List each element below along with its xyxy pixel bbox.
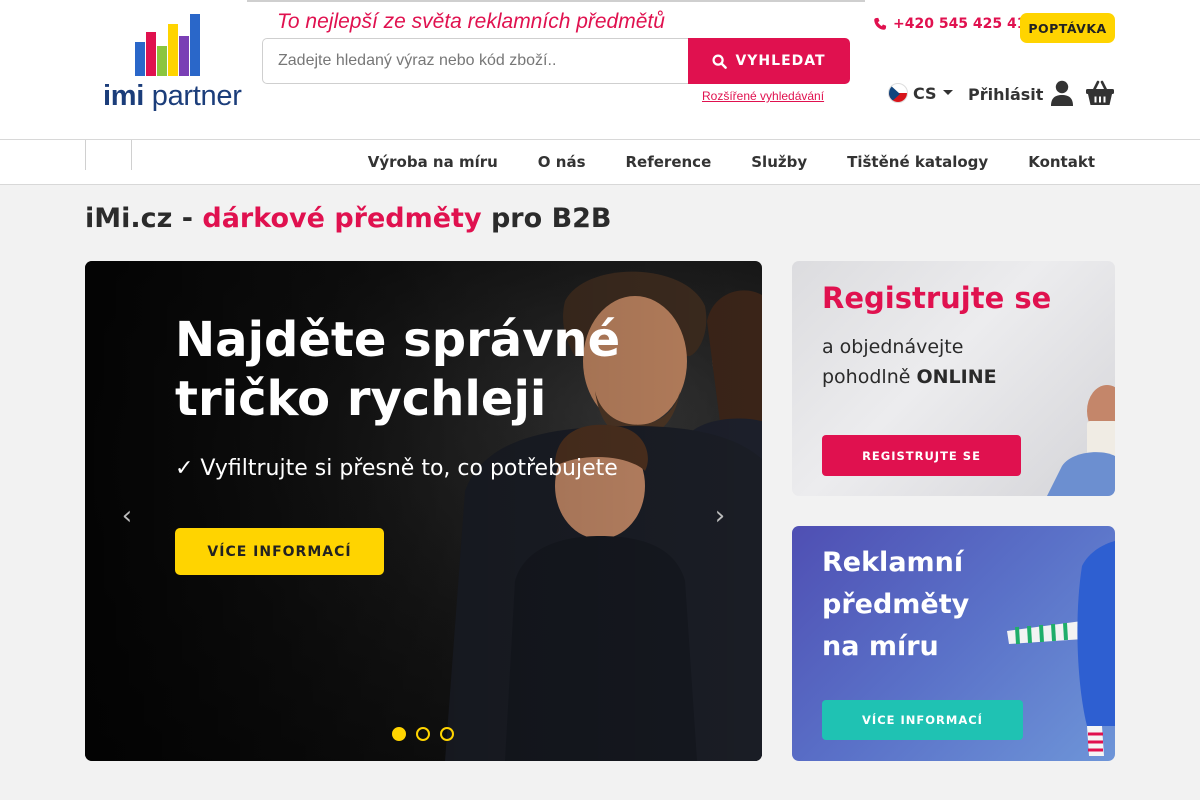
phone-number: +420 545 425 411 xyxy=(893,16,1037,32)
register-card-text: a objednávejte pohodlně ONLINE xyxy=(822,336,997,388)
nav-item-o-nas[interactable]: O nás xyxy=(538,153,586,171)
czech-flag-icon xyxy=(888,83,908,103)
login-link[interactable]: Přihlásit xyxy=(968,85,1043,104)
header-divider xyxy=(247,0,865,2)
phone-icon xyxy=(874,17,887,30)
phone-link[interactable]: +420 545 425 411 xyxy=(873,16,1036,32)
main-nav: Výroba na míru O nás Reference Služby Ti… xyxy=(0,140,1200,185)
hero-title: Najděte správné tričko rychleji xyxy=(175,312,621,427)
register-card-title: Registrujte se xyxy=(822,281,1052,315)
search-input[interactable] xyxy=(262,38,689,84)
search-button[interactable]: VYHLEDAT xyxy=(688,38,850,84)
caret-down-icon xyxy=(942,89,953,95)
basket-icon[interactable] xyxy=(1086,80,1114,106)
nav-item-sluzby[interactable]: Služby xyxy=(751,153,807,171)
language-selector[interactable]: CS xyxy=(888,83,953,103)
site-header: imi partner To nejlepší ze světa reklamn… xyxy=(0,0,1200,140)
advanced-search-link[interactable]: Rozšířené vyhledávání xyxy=(702,89,824,103)
search-icon xyxy=(712,53,728,69)
page-title: iMi.cz - dárkové předměty pro B2B xyxy=(85,203,612,234)
hero-subtitle: ✓ Vyfiltrujte si přesně to, co potřebuje… xyxy=(175,456,618,481)
nav-item-katalogy[interactable]: Tištěné katalogy xyxy=(847,153,988,171)
user-icon[interactable] xyxy=(1051,80,1073,106)
carousel-prev-icon[interactable]: ‹ xyxy=(115,501,139,531)
nav-item-kontakt[interactable]: Kontakt xyxy=(1028,153,1095,171)
hero-carousel: Najděte správné tričko rychleji ✓ Vyfilt… xyxy=(85,261,762,761)
tagline: To nejlepší ze světa reklamních předmětů xyxy=(277,10,665,33)
logo-text: imi partner xyxy=(103,80,242,112)
nav-items: Výroba na míru O nás Reference Služby Ti… xyxy=(368,140,1095,184)
inquiry-button[interactable]: POPTÁVKA xyxy=(1020,13,1115,43)
carousel-dot[interactable] xyxy=(416,727,430,741)
register-button[interactable]: REGISTRUJTE SE xyxy=(822,435,1021,476)
custom-products-card: Reklamní předměty na míru VÍCE INFORMACÍ xyxy=(792,526,1115,761)
register-card: Registrujte se a objednávejte pohodlně O… xyxy=(792,261,1115,496)
carousel-dot[interactable] xyxy=(392,727,406,741)
carousel-next-icon[interactable]: › xyxy=(708,501,732,531)
language-label: CS xyxy=(913,83,937,103)
nav-menu-toggle[interactable] xyxy=(85,140,132,170)
carousel-dot[interactable] xyxy=(440,727,454,741)
hero-more-info-button[interactable]: VÍCE INFORMACÍ xyxy=(175,528,384,575)
nav-item-vyroba[interactable]: Výroba na míru xyxy=(368,153,498,171)
carousel-indicators xyxy=(392,727,454,741)
logo-bars-icon xyxy=(135,14,200,76)
nav-item-reference[interactable]: Reference xyxy=(626,153,712,171)
logo[interactable]: imi partner xyxy=(103,14,242,114)
custom-products-title: Reklamní předměty na míru xyxy=(822,547,970,662)
custom-products-button[interactable]: VÍCE INFORMACÍ xyxy=(822,700,1023,740)
search-button-label: VYHLEDAT xyxy=(735,53,826,69)
